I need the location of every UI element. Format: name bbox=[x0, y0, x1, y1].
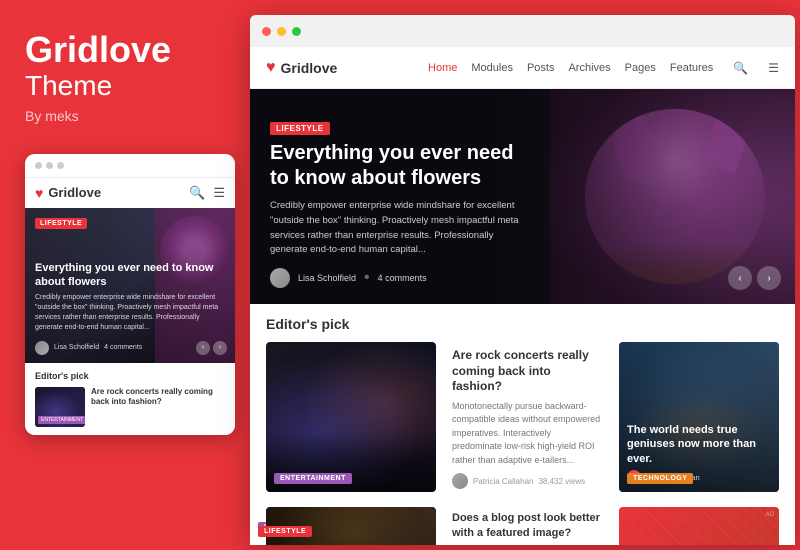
hero-next-arrow[interactable]: › bbox=[757, 266, 781, 290]
hero-title: Everything you ever need to know about f… bbox=[270, 141, 530, 191]
hero-comments: 4 comments bbox=[378, 273, 427, 283]
mobile-card-content: Are rock concerts really coming back int… bbox=[91, 387, 225, 408]
mobile-prev-arrow[interactable]: ‹ bbox=[196, 341, 210, 355]
hero-section: LIFESTYLE Everything you ever need to kn… bbox=[250, 89, 795, 304]
hero-tag: LIFESTYLE bbox=[270, 122, 330, 135]
hero-author: Lisa Scholfield bbox=[298, 273, 356, 283]
genius-card[interactable]: TECHNOLOGY The world needs true geniuses… bbox=[619, 342, 779, 492]
mobile-top-bar bbox=[25, 154, 235, 177]
hero-meta-separator: • bbox=[364, 269, 370, 287]
article-card-meta: Patricia Callahan 38,432 views bbox=[452, 473, 603, 489]
genius-card-tag: TECHNOLOGY bbox=[627, 473, 693, 484]
mobile-nav: ♥ Gridlove 🔍 ☰ bbox=[25, 177, 235, 208]
nav-home[interactable]: Home bbox=[428, 62, 457, 74]
mobile-editors-section: Editor's pick ▶ ENTERTAINMENT Are rock c… bbox=[25, 363, 235, 435]
hero-content: LIFESTYLE Everything you ever need to kn… bbox=[250, 89, 550, 304]
mobile-card-tag: ENTERTAINMENT bbox=[38, 416, 85, 424]
mobile-next-arrow[interactable]: › bbox=[213, 341, 227, 355]
bottom-right-ad[interactable]: AD MONETIZE YOUR WEBSITE bbox=[619, 507, 779, 545]
browser-close-dot[interactable] bbox=[262, 27, 271, 36]
site-logo-text: Gridlove bbox=[281, 60, 338, 76]
genius-card-title: The world needs true geniuses now more t… bbox=[627, 423, 771, 466]
mobile-hero-author: Lisa Scholfield bbox=[54, 344, 99, 351]
browser-chrome bbox=[250, 15, 795, 47]
bottom-mid-title: Does a blog post look better with a feat… bbox=[452, 511, 603, 540]
article-card-author: Patricia Callahan bbox=[473, 477, 533, 486]
mobile-dot-3 bbox=[57, 162, 64, 169]
mobile-hero-comments: 4 comments bbox=[104, 344, 142, 351]
mobile-hero: LIFESTYLE Everything you ever need to kn… bbox=[25, 208, 235, 363]
mobile-dots bbox=[35, 162, 64, 169]
nav-items: Home Modules Posts Archives Pages Featur… bbox=[428, 61, 779, 75]
brand-subtitle: Theme bbox=[25, 70, 112, 102]
hero-arrows: ‹ › bbox=[728, 266, 781, 290]
article-card-title: Are rock concerts really coming back int… bbox=[452, 348, 603, 395]
bottom-mid-tag: LIFESTYLE bbox=[258, 526, 312, 537]
mobile-hero-avatar bbox=[35, 341, 49, 355]
concert-card[interactable]: ENTERTAINMENT bbox=[266, 342, 436, 492]
article-card-avatar bbox=[452, 473, 468, 489]
article-card-excerpt: Monotonectally pursue backward-compatibl… bbox=[452, 400, 603, 468]
editors-title: Editor's pick bbox=[266, 316, 779, 332]
nav-posts[interactable]: Posts bbox=[527, 62, 555, 74]
mobile-mockup: ♥ Gridlove 🔍 ☰ LIFESTYLE Everything you … bbox=[25, 154, 235, 435]
article-card-views: 38,432 views bbox=[538, 477, 585, 486]
bottom-grid: TECHNOLOGY TRAVEL Does a blog post look … bbox=[250, 507, 795, 545]
mobile-hero-arrows: ‹ › bbox=[196, 341, 227, 355]
mobile-dot-1 bbox=[35, 162, 42, 169]
ad-label: AD bbox=[766, 512, 774, 518]
editors-section: Editor's pick ENTERTAINMENT ENTERTAINMEN… bbox=[250, 304, 795, 507]
site-nav: ♥ Gridlove Home Modules Posts Archives P… bbox=[250, 47, 795, 89]
mobile-editors-title: Editor's pick bbox=[35, 371, 225, 381]
mobile-card-image: ▶ ENTERTAINMENT bbox=[35, 387, 85, 427]
nav-archives[interactable]: Archives bbox=[568, 62, 610, 74]
left-panel: Gridlove Theme By meks ♥ Gridlove 🔍 ☰ bbox=[0, 0, 240, 550]
mobile-logo-heart-icon: ♥ bbox=[35, 185, 43, 201]
mobile-hero-title: Everything you ever need to know about f… bbox=[35, 261, 225, 290]
mobile-search-icon[interactable]: 🔍 bbox=[189, 185, 205, 201]
site-logo: ♥ Gridlove bbox=[266, 59, 337, 77]
site-logo-heart-icon: ♥ bbox=[266, 59, 276, 77]
hero-prev-arrow[interactable]: ‹ bbox=[728, 266, 752, 290]
genius-card-overlay: TECHNOLOGY The world needs true geniuses… bbox=[619, 342, 779, 492]
nav-search-icon[interactable]: 🔍 bbox=[733, 61, 748, 75]
mobile-hero-tag: LIFESTYLE bbox=[35, 218, 87, 229]
mobile-dot-2 bbox=[46, 162, 53, 169]
mobile-nav-icons: 🔍 ☰ bbox=[189, 185, 225, 201]
nav-modules[interactable]: Modules bbox=[471, 62, 513, 74]
browser-maximize-dot[interactable] bbox=[292, 27, 301, 36]
mobile-card-title: Are rock concerts really coming back int… bbox=[91, 387, 225, 408]
brand-by: By meks bbox=[25, 108, 79, 124]
main-article-card[interactable]: ENTERTAINMENT Are rock concerts really c… bbox=[446, 342, 609, 495]
nav-pages[interactable]: Pages bbox=[625, 62, 656, 74]
mobile-logo: ♥ Gridlove bbox=[35, 185, 101, 201]
brand-name: Gridlove bbox=[25, 30, 171, 70]
hero-excerpt: Credibly empower enterprise wide mindsha… bbox=[270, 199, 530, 258]
concert-card-tag: ENTERTAINMENT bbox=[274, 473, 352, 484]
hero-avatar bbox=[270, 268, 290, 288]
browser-panel: ♥ Gridlove Home Modules Posts Archives P… bbox=[250, 15, 795, 545]
editors-grid: ENTERTAINMENT ENTERTAINMENT Are rock con… bbox=[266, 342, 779, 495]
bottom-mid-card[interactable]: LIFESTYLE Does a blog post look better w… bbox=[446, 507, 609, 545]
nav-menu-icon[interactable]: ☰ bbox=[768, 61, 779, 75]
mobile-logo-text: Gridlove bbox=[48, 185, 101, 200]
nav-features[interactable]: Features bbox=[670, 62, 713, 74]
browser-minimize-dot[interactable] bbox=[277, 27, 286, 36]
mobile-hero-excerpt: Credibly empower enterprise wide mindsha… bbox=[35, 293, 225, 332]
mobile-card: ▶ ENTERTAINMENT Are rock concerts really… bbox=[35, 387, 225, 427]
mobile-hero-content: Everything you ever need to know about f… bbox=[35, 261, 225, 333]
mobile-menu-icon[interactable]: ☰ bbox=[213, 185, 225, 201]
hero-meta: Lisa Scholfield • 4 comments bbox=[270, 268, 530, 288]
